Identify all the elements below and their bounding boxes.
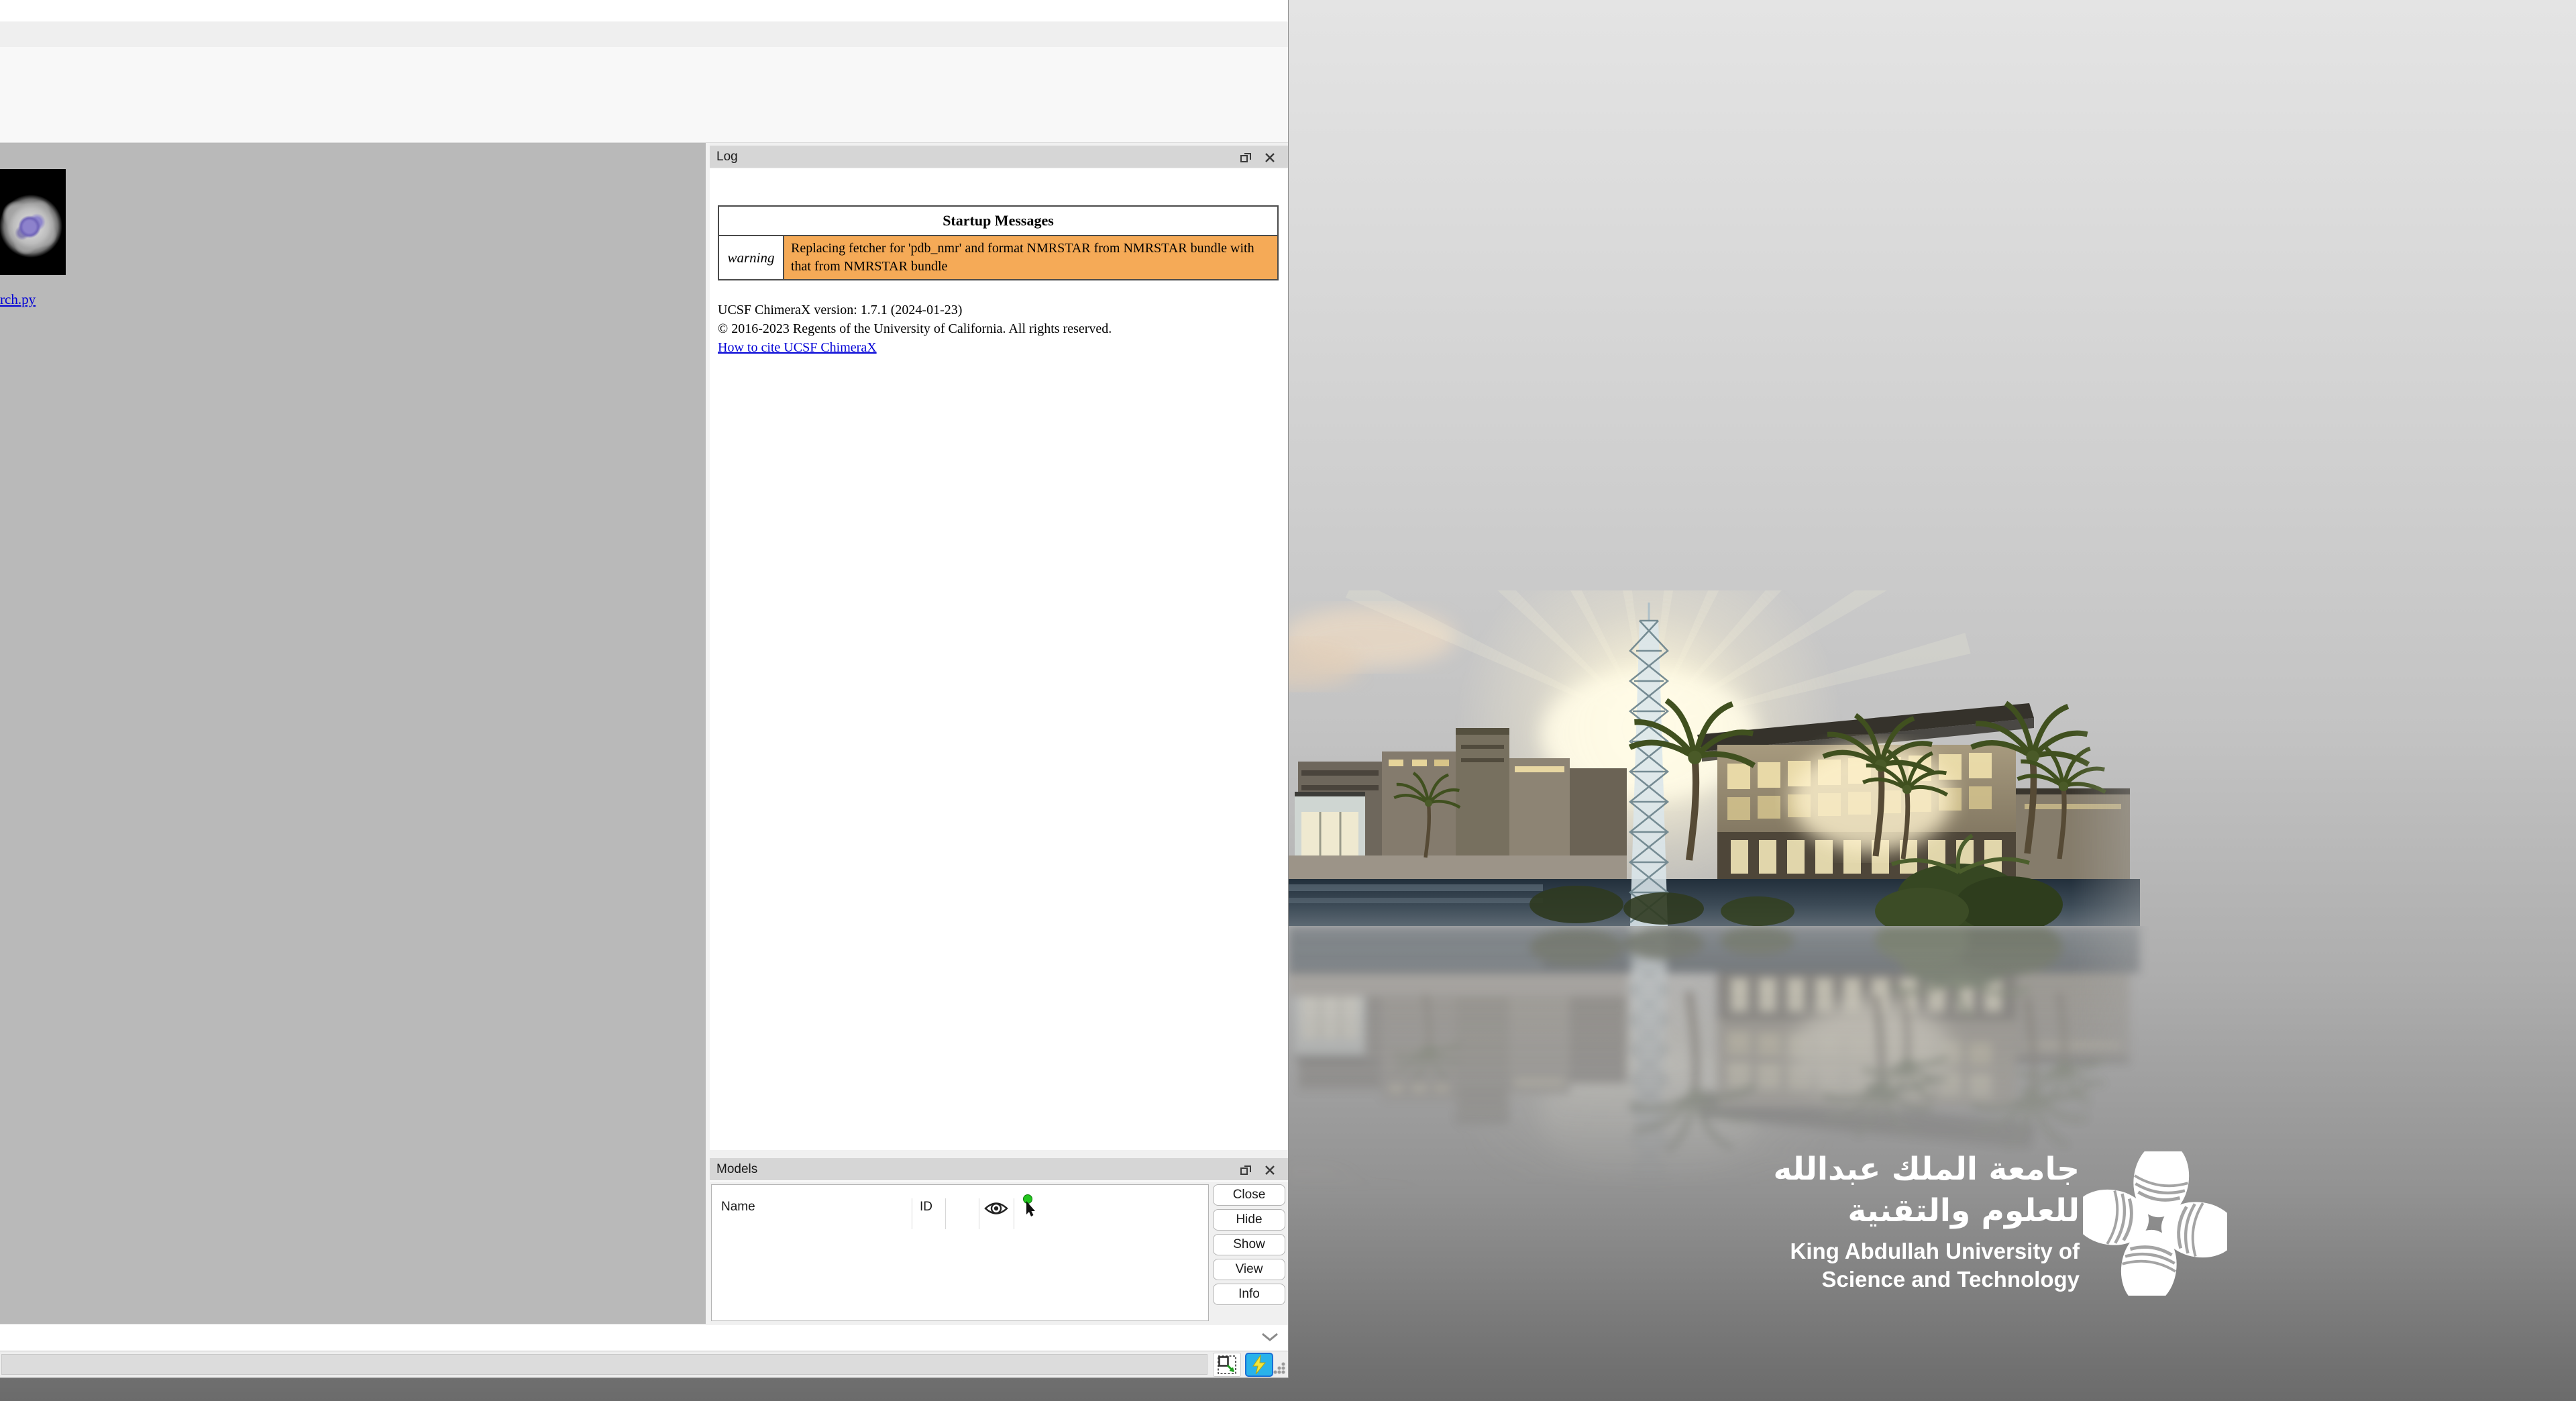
selected-column-hand-icon[interactable] — [1019, 1194, 1038, 1218]
selection-resize-icon — [1216, 1354, 1238, 1376]
campus-scene-graphic — [1288, 590, 2241, 926]
chimerax-window: rch.py Log Startup Messages warning Repl… — [0, 0, 1289, 1378]
toolbar-ribbon — [0, 47, 1288, 143]
dock-splitter[interactable] — [710, 1150, 1288, 1158]
models-view-button[interactable]: View — [1213, 1259, 1285, 1280]
warning-level-cell: warning — [719, 236, 784, 279]
cite-chimerax-link[interactable]: How to cite UCSF ChimeraX — [718, 340, 877, 355]
startup-messages-table: Startup Messages warning Replacing fetch… — [718, 205, 1279, 280]
models-table[interactable]: Name ID — [711, 1184, 1209, 1321]
close-panel-icon[interactable] — [1263, 150, 1277, 165]
menu-bar — [0, 0, 1288, 21]
selection-mode-button[interactable] — [1213, 1353, 1241, 1377]
models-panel-title: Models — [716, 1162, 757, 1177]
column-name: Name — [721, 1200, 755, 1214]
kaust-arabic-line1: جامعة الملك عبدالله — [1704, 1149, 2080, 1190]
graphics-viewport[interactable]: rch.py — [0, 143, 706, 1324]
status-message-field — [1, 1354, 1208, 1375]
recent-file-link[interactable]: rch.py — [0, 291, 36, 308]
log-panel-content[interactable]: Startup Messages warning Replacing fetch… — [710, 169, 1288, 1150]
toolbar-band — [0, 21, 1288, 48]
kaust-arabic-line2: للعلوم والتقنية — [1704, 1190, 2080, 1232]
window-resize-grip[interactable] — [1273, 1362, 1285, 1374]
kaust-english-line1: King Abdullah University of — [1704, 1237, 2080, 1265]
kaust-english-line2: Science and Technology — [1704, 1265, 2080, 1294]
molecule-surface-image — [0, 169, 66, 275]
command-line-input[interactable] — [0, 1324, 1288, 1351]
log-warning-row: warning Replacing fetcher for 'pdb_nmr' … — [719, 236, 1277, 279]
kaust-wordmark: جامعة الملك عبدالله للعلوم والتقنية King… — [1704, 1149, 2080, 1350]
shown-column-eye-icon[interactable] — [983, 1200, 1010, 1217]
log-version-block: UCSF ChimeraX version: 1.7.1 (2024-01-23… — [718, 301, 1112, 357]
models-close-button[interactable]: Close — [1213, 1184, 1285, 1206]
models-panel-titlebar: Models — [710, 1158, 1288, 1182]
version-line: UCSF ChimeraX version: 1.7.1 (2024-01-23… — [718, 301, 1112, 319]
column-id: ID — [920, 1200, 932, 1214]
copyright-line: © 2016-2023 Regents of the University of… — [718, 319, 1112, 338]
models-show-button[interactable]: Show — [1213, 1234, 1285, 1255]
rapid-command-button[interactable] — [1245, 1353, 1273, 1377]
log-panel-titlebar: Log — [710, 146, 1288, 169]
recent-session-thumbnail[interactable] — [0, 169, 66, 275]
warning-message-cell: Replacing fetcher for 'pdb_nmr' and form… — [784, 236, 1277, 279]
log-panel-title: Log — [716, 150, 738, 164]
models-table-header: Name ID — [712, 1185, 1208, 1223]
models-info-button[interactable]: Info — [1213, 1284, 1285, 1305]
float-panel-icon[interactable] — [1238, 150, 1253, 165]
close-panel-icon[interactable] — [1263, 1163, 1277, 1178]
float-panel-icon[interactable] — [1238, 1163, 1253, 1178]
kaust-logo-icon — [2083, 1151, 2227, 1296]
models-action-buttons: Close Hide Show View Info — [1212, 1182, 1288, 1324]
models-panel-content: Name ID — [710, 1182, 1288, 1324]
models-hide-button[interactable]: Hide — [1213, 1209, 1285, 1231]
status-bar — [0, 1351, 1288, 1378]
lightning-bolt-icon — [1250, 1355, 1268, 1375]
right-dock: Log Startup Messages warning Replacing f… — [710, 143, 1288, 1324]
chevron-down-icon[interactable] — [1261, 1333, 1279, 1342]
startup-messages-header: Startup Messages — [719, 207, 1277, 236]
